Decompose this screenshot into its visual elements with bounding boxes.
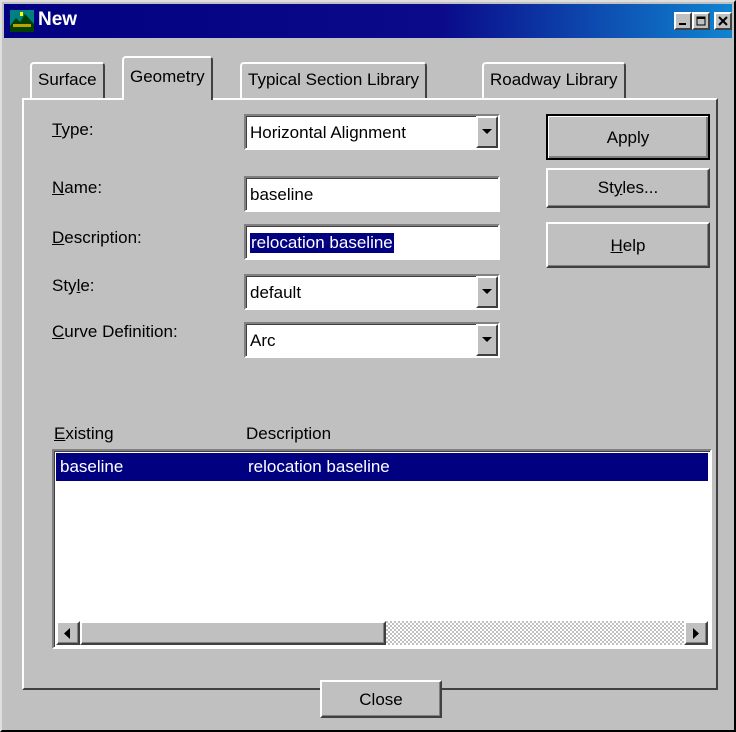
existing-list[interactable]: baseline relocation baseline (52, 449, 712, 649)
close-window-button[interactable] (714, 12, 732, 30)
curve-definition-select[interactable]: Arc (244, 322, 500, 358)
mnemonic: C (52, 322, 65, 341)
close-button[interactable]: Close (320, 680, 442, 718)
style-value: default (250, 283, 302, 302)
maximize-button[interactable] (692, 12, 710, 30)
horizontal-scrollbar[interactable] (56, 621, 708, 645)
row-description: relocation baseline (248, 457, 390, 476)
arrow-right-icon (693, 628, 699, 639)
description-field[interactable]: relocation baseline (244, 224, 500, 260)
type-dropdown-button[interactable] (476, 116, 498, 148)
tab-surface[interactable]: Surface (30, 62, 105, 98)
help-button[interactable]: Help (546, 222, 710, 268)
minimize-icon (679, 23, 686, 25)
styles-button[interactable]: Styles... (546, 168, 710, 208)
mnemonic: E (54, 424, 66, 443)
dialog-window: New Surface Geometry Typical Section Lib… (0, 0, 736, 732)
description-value: relocation baseline (250, 233, 394, 253)
maximize-icon (696, 16, 706, 26)
button-label: Apply (606, 128, 650, 147)
style-dropdown-button[interactable] (476, 276, 498, 308)
label-text: ame: (64, 178, 103, 197)
chevron-down-icon (482, 289, 492, 294)
style-label: Style: (52, 276, 95, 296)
label-text: ype: (61, 120, 94, 139)
type-value: Horizontal Alignment (250, 123, 406, 142)
apply-button[interactable]: Apply (546, 114, 710, 160)
curve-definition-label: Curve Definition: (52, 322, 178, 342)
label-text: escription: (64, 228, 142, 247)
scroll-left-button[interactable] (56, 621, 80, 645)
name-value: baseline (250, 185, 314, 204)
tab-geometry[interactable]: Geometry (122, 56, 213, 100)
close-icon (718, 16, 728, 26)
name-label: Name: (52, 178, 102, 198)
label-text: e: (80, 276, 95, 295)
label-text: St (597, 178, 614, 197)
mnemonic: H (610, 236, 623, 255)
button-label: Styles... (548, 178, 708, 198)
label-text: elp (622, 236, 646, 255)
column-header-description: Description (246, 424, 332, 443)
button-label: Close (359, 690, 403, 709)
type-label: Type: (52, 120, 94, 140)
tab-label: Typical Section Library (248, 70, 420, 89)
arrow-left-icon (64, 628, 70, 639)
curve-definition-dropdown-button[interactable] (476, 324, 498, 356)
scroll-right-button[interactable] (684, 621, 708, 645)
button-label: Help (548, 236, 708, 256)
curve-definition-value: Arc (250, 331, 276, 350)
mnemonic: D (52, 228, 65, 247)
row-name: baseline (60, 457, 124, 476)
type-select[interactable]: Horizontal Alignment (244, 114, 500, 150)
tab-typical-section-library[interactable]: Typical Section Library (240, 62, 428, 98)
minimize-button[interactable] (674, 12, 692, 30)
window-title: New (38, 9, 78, 30)
mnemonic: N (52, 178, 65, 197)
tab-label: Roadway Library (490, 70, 618, 89)
app-icon (10, 10, 34, 32)
style-select[interactable]: default (244, 274, 500, 310)
label-text: xisting (65, 424, 114, 443)
scroll-thumb[interactable] (80, 621, 386, 645)
tab-label: Surface (38, 70, 97, 89)
description-label: Description: (52, 228, 142, 248)
tab-roadway-library[interactable]: Roadway Library (482, 62, 626, 98)
column-header-existing: Existing (54, 424, 114, 444)
list-item[interactable]: baseline relocation baseline (56, 453, 708, 481)
label-text: Sty (52, 276, 77, 295)
title-bar[interactable]: New (4, 4, 732, 38)
label-text: les... (622, 178, 659, 197)
chevron-down-icon (482, 129, 492, 134)
name-field[interactable]: baseline (244, 176, 500, 212)
label-text: urve Definition: (64, 322, 178, 341)
chevron-down-icon (482, 337, 492, 342)
tab-label: Geometry (130, 67, 205, 86)
